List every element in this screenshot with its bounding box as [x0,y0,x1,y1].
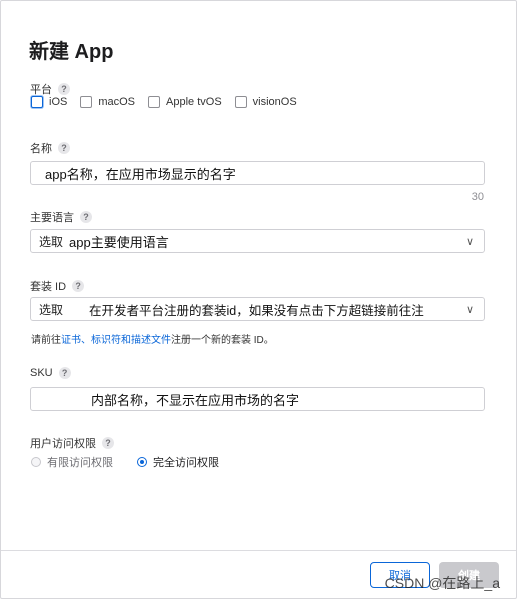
platform-ios-label: iOS [49,96,68,108]
name-label-row: 名称 ? [30,140,70,156]
platform-visionos-checkbox[interactable]: visionOS [234,96,297,108]
language-select-value: app主要使用语言 [69,234,169,250]
access-full-radio[interactable]: 完全访问权限 [137,454,219,470]
access-help-icon[interactable]: ? [102,437,114,449]
access-limited-radio[interactable]: 有限访问权限 [31,454,113,470]
sku-input[interactable]: 内部名称，不显示在应用市场的名字 [30,387,485,411]
sku-input-value: 内部名称，不显示在应用市场的名字 [91,392,300,408]
checkbox-icon[interactable] [31,96,43,108]
bundle-label: 套装 ID [30,281,67,293]
name-help-icon[interactable]: ? [58,142,70,154]
watermark: CSDN @在路上_a [384,575,500,591]
language-select-prefix: 选取 [39,234,64,249]
checkbox-icon[interactable] [234,96,247,108]
name-label: 名称 [30,143,52,155]
sku-label: SKU [30,367,53,379]
access-full-label: 完全访问权限 [153,457,219,469]
new-app-dialog: 新建 App 平台 ? iOS macOS Apple tvOS visionO… [0,0,517,599]
language-help-icon[interactable]: ? [80,211,92,223]
bundle-select-prefix: 选取 [39,302,64,317]
bundle-help-icon[interactable]: ? [72,280,85,292]
bundle-select-value: 在开发者平台注册的套装id，如果没有点击下方超链接前往注 [89,303,424,318]
platform-macos-label: macOS [98,96,136,108]
bundle-hint-suffix: 注册一个新的套装 ID。 [171,335,274,346]
bundle-hint: 请前往证书、标识符和描述文件注册一个新的套装 ID。 [31,331,274,346]
platform-ios-checkbox[interactable]: iOS [31,96,67,108]
bundle-id-select[interactable]: 选取 在开发者平台注册的套装id，如果没有点击下方超链接前往注 ∨ [30,297,485,321]
bundle-hint-prefix: 请前往 [31,335,61,346]
platform-label: 平台 [30,84,52,96]
platform-checkboxes: iOS macOS Apple tvOS visionOS [31,96,297,108]
footer-divider [1,550,516,551]
radio-selected-icon[interactable] [137,457,147,467]
platform-macos-checkbox[interactable]: macOS [80,96,135,108]
platform-tvos-checkbox[interactable]: Apple tvOS [148,96,222,108]
platform-visionos-label: visionOS [252,96,297,108]
access-label-row: 用户访问权限 ? [30,435,114,451]
language-label-row: 主要语言 ? [30,209,92,225]
dialog-title: 新建 App [29,41,114,63]
sku-help-icon[interactable]: ? [58,367,71,379]
access-limited-label: 有限访问权限 [47,457,113,469]
name-char-counter: 30 [471,191,484,203]
access-label: 用户访问权限 [30,438,96,450]
name-input[interactable]: app名称，在应用市场显示的名字 [30,161,485,185]
name-input-value: app名称，在应用市场显示的名字 [45,166,236,182]
language-select[interactable]: 选取 app主要使用语言 ∨ [30,229,485,253]
chevron-down-icon[interactable]: ∨ [466,303,474,316]
bundle-label-row: 套装 ID ? [30,278,85,294]
checkbox-icon[interactable] [148,96,161,108]
language-label: 主要语言 [30,212,74,224]
radio-icon[interactable] [31,457,41,467]
platform-help-icon[interactable]: ? [58,83,70,95]
platform-tvos-label: Apple tvOS [166,96,222,108]
platform-label-row: 平台 ? [30,81,70,97]
access-radio-group: 有限访问权限 完全访问权限 [31,454,219,470]
sku-label-row: SKU ? [30,367,71,379]
checkbox-icon[interactable] [80,96,93,108]
chevron-down-icon[interactable]: ∨ [466,235,474,248]
certificates-link[interactable]: 证书、标识符和描述文件 [61,335,171,346]
